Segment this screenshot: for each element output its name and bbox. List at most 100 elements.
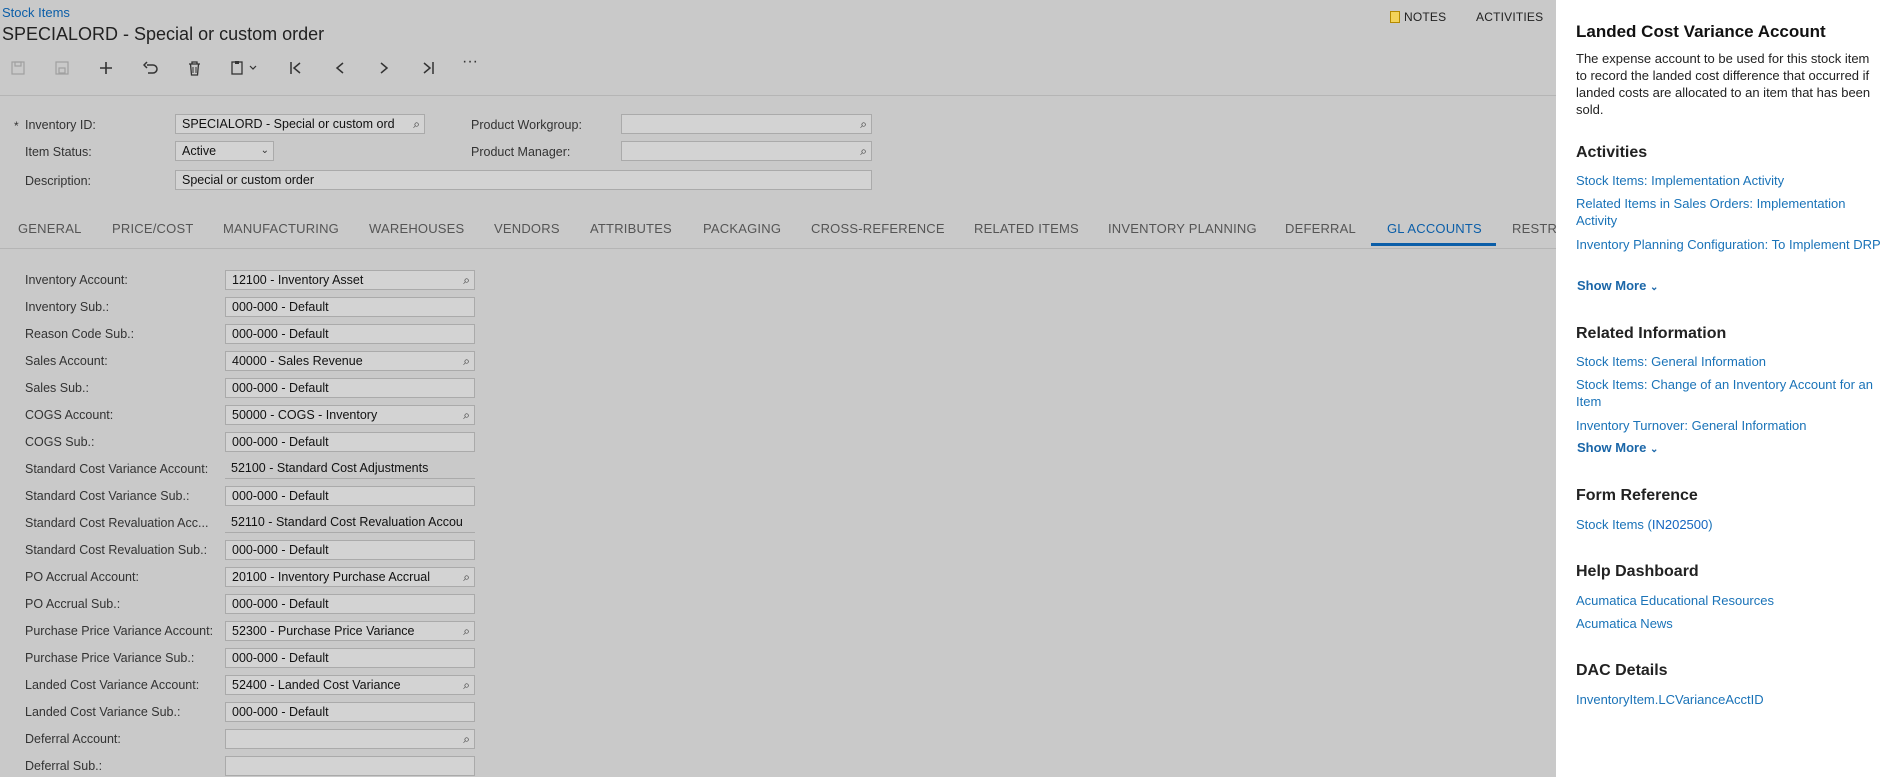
- form-reference-id-link[interactable]: IN202500: [1652, 517, 1708, 532]
- gl-field[interactable]: 52100 - Standard Cost Adjustments: [225, 459, 475, 479]
- product-manager-field[interactable]: ⌕: [621, 141, 872, 161]
- tab-attributes[interactable]: ATTRIBUTES: [590, 221, 672, 236]
- tab-manufacturing[interactable]: MANUFACTURING: [223, 221, 339, 236]
- tab-warehouses[interactable]: WAREHOUSES: [369, 221, 464, 236]
- activities-show-more[interactable]: Show More ⌄: [1577, 278, 1658, 293]
- activities-button[interactable]: ACTIVITIES: [1476, 10, 1543, 24]
- search-icon[interactable]: ⌕: [413, 115, 420, 133]
- save-icon[interactable]: [6, 56, 30, 80]
- gl-field[interactable]: 000-000 - Default: [225, 378, 475, 398]
- gl-field[interactable]: 000-000 - Default: [225, 486, 475, 506]
- tab-packaging[interactable]: PACKAGING: [703, 221, 781, 236]
- gl-field-label: Standard Cost Variance Sub.:: [25, 489, 190, 503]
- form-reference-name[interactable]: Stock Items (: [1576, 517, 1652, 532]
- tab-vendors[interactable]: VENDORS: [494, 221, 560, 236]
- gl-field[interactable]: 000-000 - Default: [225, 297, 475, 317]
- tab-gl-accounts[interactable]: GL ACCOUNTS: [1387, 221, 1482, 236]
- dashboard-link[interactable]: Acumatica Educational Resources: [1576, 592, 1881, 609]
- gl-field[interactable]: 12100 - Inventory Asset ⌕: [225, 270, 475, 290]
- gl-field[interactable]: 20100 - Inventory Purchase Accrual ⌕: [225, 567, 475, 587]
- next-record-icon[interactable]: [372, 56, 396, 80]
- activity-link[interactable]: Stock Items: Implementation Activity: [1576, 172, 1881, 189]
- help-panel: Landed Cost Variance Account The expense…: [1556, 0, 1888, 777]
- previous-record-icon[interactable]: [328, 56, 352, 80]
- search-icon[interactable]: ⌕: [463, 271, 470, 289]
- search-icon[interactable]: ⌕: [463, 406, 470, 424]
- gl-field-label: Sales Account:: [25, 354, 108, 368]
- dac-details-heading: DAC Details: [1576, 662, 1668, 679]
- activity-link[interactable]: Related Items in Sales Orders: Implement…: [1576, 195, 1881, 229]
- product-workgroup-field[interactable]: ⌕: [621, 114, 872, 134]
- related-link[interactable]: Stock Items: General Information: [1576, 353, 1881, 370]
- dashboard-link[interactable]: Acumatica News: [1576, 615, 1881, 632]
- search-icon[interactable]: ⌕: [463, 676, 470, 694]
- product-manager-label: Product Manager:: [471, 145, 571, 159]
- tab-related-items[interactable]: RELATED ITEMS: [974, 221, 1079, 236]
- related-link[interactable]: Stock Items: Change of an Inventory Acco…: [1576, 376, 1881, 410]
- inventory-id-label: Inventory ID:: [25, 118, 96, 132]
- search-icon[interactable]: ⌕: [463, 730, 470, 748]
- copy-paste-icon[interactable]: [228, 56, 264, 80]
- gl-field[interactable]: 40000 - Sales Revenue ⌕: [225, 351, 475, 371]
- add-icon[interactable]: [94, 56, 118, 80]
- last-record-icon[interactable]: [416, 56, 440, 80]
- gl-field[interactable]: 52400 - Landed Cost Variance ⌕: [225, 675, 475, 695]
- page-title: SPECIALORD - Special or custom order: [2, 24, 325, 44]
- item-status-label: Item Status:: [25, 145, 92, 159]
- gl-field[interactable]: 50000 - COGS - Inventory ⌕: [225, 405, 475, 425]
- tab-general[interactable]: GENERAL: [18, 221, 82, 236]
- more-icon[interactable]: ···: [458, 50, 482, 74]
- search-icon[interactable]: ⌕: [860, 142, 867, 160]
- notes-icon: [1390, 11, 1400, 23]
- description-field[interactable]: Special or custom order: [175, 170, 872, 190]
- help-title: Landed Cost Variance Account: [1576, 22, 1826, 41]
- activity-link[interactable]: Inventory Planning Configuration: To Imp…: [1576, 236, 1881, 253]
- gl-field[interactable]: [225, 756, 475, 776]
- active-tab-indicator: [1371, 243, 1496, 246]
- tab-restrictions[interactable]: RESTR: [1512, 221, 1556, 236]
- gl-field[interactable]: 000-000 - Default: [225, 324, 475, 344]
- chevron-down-icon: ⌄: [1649, 282, 1659, 293]
- tab-cross-reference[interactable]: CROSS-REFERENCE: [811, 221, 945, 236]
- form-reference-heading: Form Reference: [1576, 487, 1698, 504]
- help-description: The expense account to be used for this …: [1576, 51, 1871, 117]
- gl-field[interactable]: 000-000 - Default: [225, 702, 475, 722]
- tab-price-cost[interactable]: PRICE/COST: [112, 221, 193, 236]
- tab-deferral[interactable]: DEFERRAL: [1285, 221, 1356, 236]
- search-icon[interactable]: ⌕: [463, 568, 470, 586]
- gl-field-label: Standard Cost Revaluation Sub.:: [25, 543, 208, 557]
- activities-heading: Activities: [1576, 144, 1648, 161]
- dac-link[interactable]: InventoryItem.LCVarianceAcctID: [1576, 691, 1881, 708]
- gl-field[interactable]: 52300 - Purchase Price Variance ⌕: [225, 621, 475, 641]
- inventory-id-field[interactable]: SPECIALORD - Special or custom ord ⌕: [175, 114, 425, 134]
- gl-field[interactable]: 000-000 - Default: [225, 432, 475, 452]
- gl-field-label: Sales Sub.:: [25, 381, 89, 395]
- gl-field[interactable]: 000-000 - Default: [225, 540, 475, 560]
- search-icon[interactable]: ⌕: [463, 352, 470, 370]
- first-record-icon[interactable]: [284, 56, 308, 80]
- help-dashboard-heading: Help Dashboard: [1576, 563, 1699, 580]
- main-area: Stock Items SPECIALORD - Special or cust…: [0, 0, 1556, 777]
- save-close-icon[interactable]: [50, 56, 74, 80]
- search-icon[interactable]: ⌕: [463, 622, 470, 640]
- gl-field-label: Inventory Sub.:: [25, 300, 110, 314]
- related-information-heading: Related Information: [1576, 325, 1727, 342]
- gl-field-label: Inventory Account:: [25, 273, 128, 287]
- search-icon[interactable]: ⌕: [860, 115, 867, 133]
- related-link[interactable]: Inventory Turnover: General Information: [1576, 417, 1881, 434]
- gl-field[interactable]: ⌕: [225, 729, 475, 749]
- breadcrumb[interactable]: Stock Items: [2, 5, 70, 20]
- gl-field-label: Deferral Account:: [25, 732, 121, 746]
- delete-icon[interactable]: [182, 56, 206, 80]
- item-status-select[interactable]: Active ⌄: [175, 141, 274, 161]
- gl-field-label: PO Accrual Sub.:: [25, 597, 121, 611]
- gl-field[interactable]: 52110 - Standard Cost Revaluation Accou: [225, 513, 475, 533]
- gl-field[interactable]: 000-000 - Default: [225, 594, 475, 614]
- undo-icon[interactable]: [138, 56, 162, 80]
- gl-field-label: Landed Cost Variance Sub.:: [25, 705, 181, 719]
- related-show-more[interactable]: Show More ⌄: [1577, 440, 1658, 455]
- tab-inventory-planning[interactable]: INVENTORY PLANNING: [1108, 221, 1257, 236]
- gl-field[interactable]: 000-000 - Default: [225, 648, 475, 668]
- gl-field-label: PO Accrual Account:: [25, 570, 139, 584]
- notes-button[interactable]: NOTES: [1390, 10, 1446, 24]
